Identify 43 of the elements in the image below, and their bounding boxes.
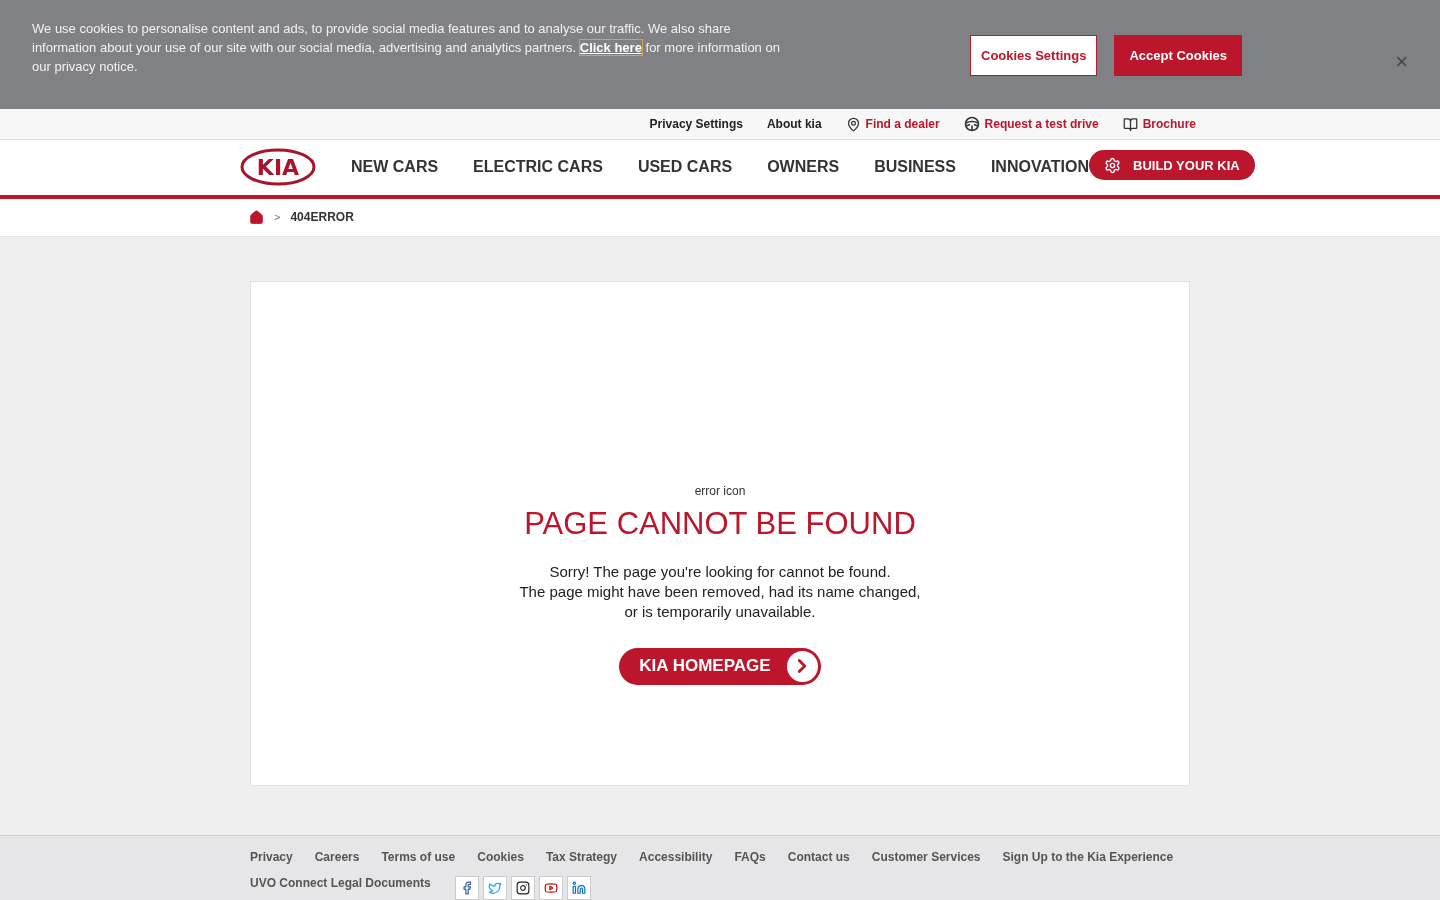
footer-link[interactable]: Privacy (250, 850, 293, 864)
utility-link[interactable]: Request a test drive (963, 116, 1099, 133)
utility-link[interactable]: Brochure (1122, 116, 1196, 132)
nav-link[interactable]: NEW CARS (351, 158, 439, 177)
utility-link[interactable]: Privacy Settings (649, 117, 743, 132)
error-message: Sorry! The page you're looking for cannot be found. The page might have been removed, had its name changed, or is temporarily unavailable. (519, 562, 921, 622)
footer-link[interactable]: Tax Strategy (545, 850, 618, 864)
breadcrumb-current: 404ERROR (290, 210, 354, 225)
twitter-icon[interactable] (487, 881, 502, 895)
instagram-icon[interactable] (515, 881, 530, 895)
home-icon[interactable] (249, 209, 264, 225)
steering-wheel-icon (963, 116, 980, 133)
error-icon-alt-text: error icon (694, 484, 746, 498)
nav-link[interactable]: ELECTRIC CARS (473, 158, 603, 177)
nav-link[interactable]: BUSINESS (874, 158, 956, 177)
utility-link[interactable]: Find a dealer (845, 116, 940, 132)
footer-link[interactable]: Customer Services (871, 850, 981, 864)
footer-link[interactable]: Sign Up to the Kia Experience (1002, 850, 1174, 864)
error-title: PAGE CANNOT BE FOUND (524, 506, 916, 542)
footer-link[interactable]: Accessibility (639, 850, 713, 864)
pin-icon (845, 116, 861, 132)
cookies-settings-button[interactable]: Cookies Settings (970, 35, 1098, 76)
kia-logo[interactable]: KIA (240, 148, 316, 187)
nav-link[interactable]: USED CARS (637, 158, 733, 177)
click-here-link[interactable]: Click here (579, 40, 642, 55)
footer-link[interactable]: Contact us (787, 850, 850, 864)
youtube-icon[interactable] (543, 881, 558, 895)
footer-link[interactable]: Cookies (477, 850, 524, 864)
footer-link[interactable]: Careers (314, 850, 360, 864)
accept-cookies-button[interactable]: Accept Cookies (1114, 35, 1242, 76)
build-your-kia-button[interactable]: BUILD YOUR KIA (1089, 150, 1255, 181)
cookie-notice-text: We use cookies to personalise content and ads, to provide social media features and to analyse our traffic. We also share information about your use of our site with our social media, advertising and analytics partners. Click here for more information on our privacy notice. (32, 20, 781, 76)
nav-link[interactable]: OWNERS (767, 158, 840, 177)
footer-link[interactable]: FAQs (734, 850, 766, 864)
footer-link[interactable]: UVO Connect Legal Documents (250, 876, 431, 890)
settings-icon (1104, 156, 1121, 174)
utility-link[interactable]: About kia (766, 117, 822, 132)
book-icon (1122, 116, 1138, 132)
nav-link[interactable]: INNOVATION (990, 158, 1089, 177)
footer-link[interactable]: Terms of use (381, 850, 456, 864)
breadcrumb-separator: > (274, 211, 281, 224)
linkedin-icon[interactable] (571, 881, 586, 895)
kia-homepage-button[interactable]: KIA HOMEPAGE (619, 648, 821, 685)
